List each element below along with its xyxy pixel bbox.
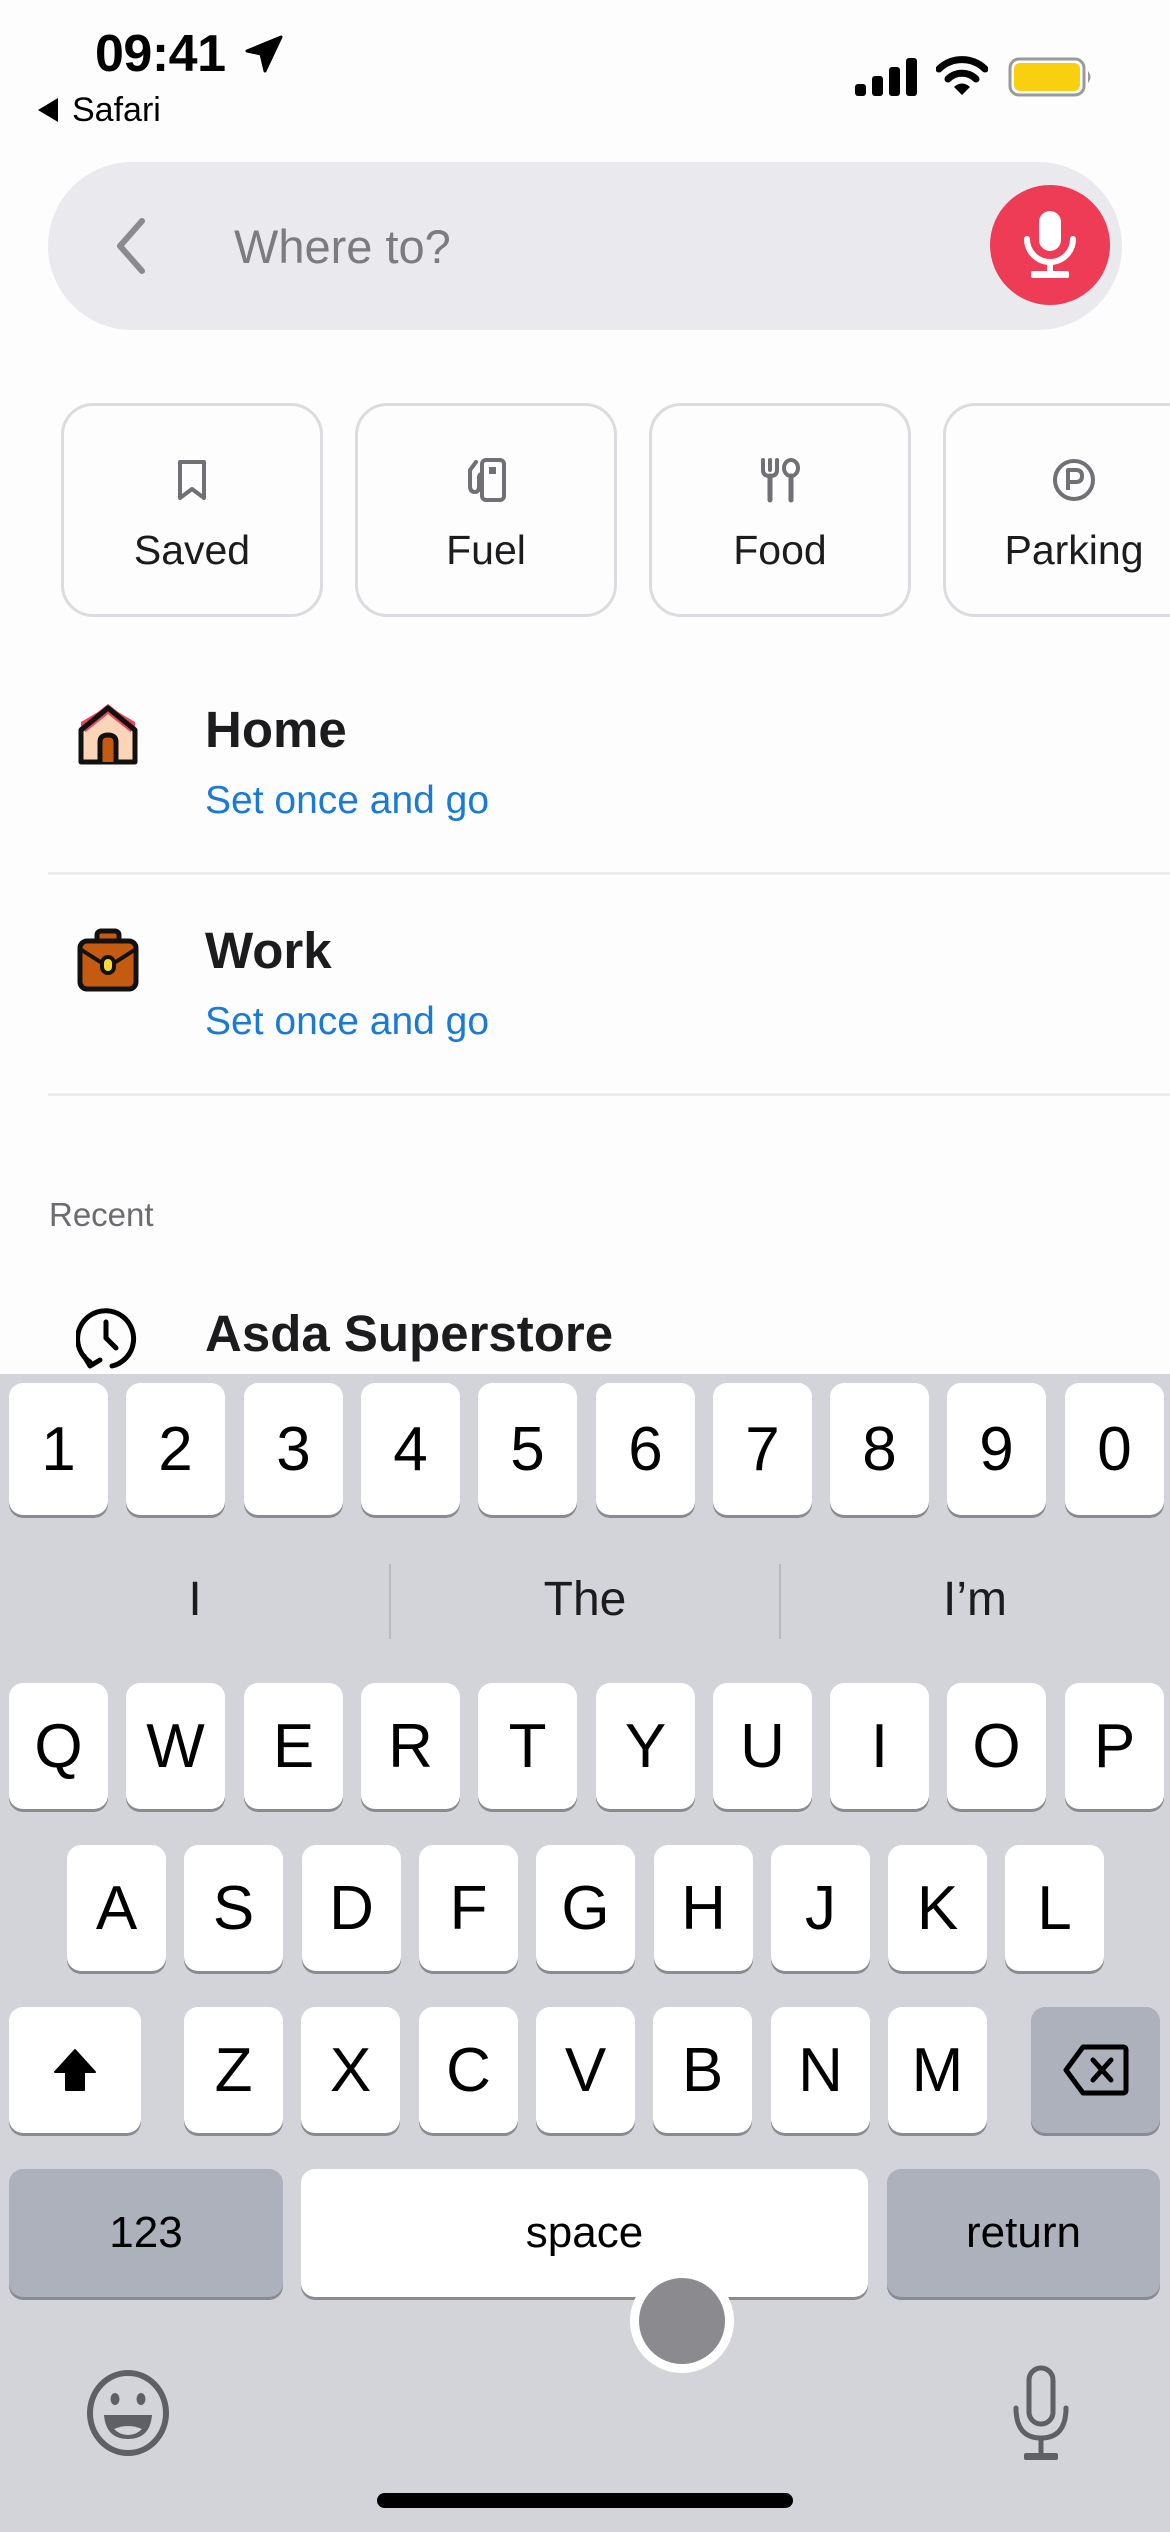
suggestion-item[interactable]: I’m (780, 1524, 1170, 1674)
signal-icon (855, 58, 917, 96)
history-clock-icon (76, 1308, 137, 1369)
delete-key[interactable] (1031, 2007, 1160, 2133)
letter-key[interactable]: J (771, 1845, 870, 1971)
letter-key[interactable]: E (244, 1683, 343, 1809)
touch-indicator (630, 2269, 734, 2373)
bookmark-icon (178, 460, 206, 500)
letter-key[interactable]: A (67, 1845, 166, 1971)
letter-key[interactable]: R (361, 1683, 460, 1809)
letter-key[interactable]: D (302, 1845, 401, 1971)
location-arrow-icon (245, 35, 283, 73)
category-saved[interactable]: Saved (61, 403, 323, 617)
number-key[interactable]: 5 (478, 1383, 577, 1515)
wifi-icon (936, 56, 988, 95)
letter-key[interactable]: T (478, 1683, 577, 1809)
number-key[interactable]: 8 (830, 1383, 929, 1515)
letter-key[interactable]: X (301, 2007, 400, 2133)
suggestion-item[interactable]: I (0, 1524, 390, 1674)
suggestion-item[interactable]: The (390, 1524, 780, 1674)
back-triangle-icon (38, 98, 58, 122)
fuel-pump-icon (468, 458, 506, 502)
number-key[interactable]: 0 (1065, 1383, 1164, 1515)
number-key[interactable]: 7 (713, 1383, 812, 1515)
place-work[interactable]: Work Set once and go (0, 893, 1170, 1093)
place-title: Work (205, 922, 332, 979)
microphone-icon (1024, 211, 1076, 278)
emoji-icon[interactable] (84, 2369, 172, 2457)
predictive-suggestions-bar: I The I’m (0, 1524, 1170, 1674)
home-indicator[interactable] (377, 2493, 793, 2508)
category-food[interactable]: Food (649, 403, 911, 617)
numbers-mode-key[interactable]: 123 (9, 2169, 283, 2297)
back-to-app-button[interactable]: Safari (36, 92, 161, 128)
house-icon (78, 703, 138, 765)
letter-key[interactable]: N (771, 2007, 870, 2133)
category-fuel[interactable]: Fuel (355, 403, 617, 617)
shift-key[interactable] (9, 2007, 141, 2133)
letter-key[interactable]: Q (9, 1683, 108, 1809)
place-home[interactable]: Home Set once and go (0, 672, 1170, 872)
number-key[interactable]: 3 (244, 1383, 343, 1515)
letter-key[interactable]: W (126, 1683, 225, 1809)
number-key[interactable]: 9 (947, 1383, 1046, 1515)
recent-section-label: Recent (49, 1196, 154, 1233)
letter-key[interactable]: Y (596, 1683, 695, 1809)
category-label: Fuel (446, 527, 526, 573)
letter-key[interactable]: S (184, 1845, 283, 1971)
category-parking[interactable]: Parking (943, 403, 1170, 617)
voice-search-button[interactable] (990, 185, 1110, 305)
chevron-left-icon[interactable] (108, 215, 158, 277)
status-time: 09:41 (95, 25, 226, 83)
letter-key[interactable]: L (1005, 1845, 1104, 1971)
place-subtitle-link[interactable]: Set once and go (205, 778, 489, 824)
divider (48, 1093, 1170, 1096)
keyboard: 1234567890 I The I’m QWERTYUIOP ASDFGHJK… (0, 1374, 1170, 2532)
divider (48, 872, 1170, 875)
number-key[interactable]: 6 (596, 1383, 695, 1515)
place-subtitle-link[interactable]: Set once and go (205, 999, 489, 1045)
briefcase-icon (77, 928, 139, 992)
backspace-icon (1063, 2044, 1128, 2096)
fork-spoon-icon (761, 458, 800, 503)
shift-arrow-icon (54, 2049, 96, 2091)
letter-key[interactable]: H (654, 1845, 753, 1971)
letter-key[interactable]: P (1065, 1683, 1164, 1809)
battery-icon (1008, 57, 1091, 97)
category-label: Food (733, 527, 827, 573)
return-key[interactable]: return (887, 2169, 1160, 2297)
category-scroller[interactable]: Saved Fuel Food Parking (0, 403, 1170, 617)
category-label: Saved (133, 527, 251, 573)
place-title: Home (205, 701, 347, 758)
number-key[interactable]: 1 (9, 1383, 108, 1515)
search-input[interactable] (234, 210, 954, 282)
back-app-label: Safari (72, 91, 161, 129)
letter-key[interactable]: F (419, 1845, 518, 1971)
letter-key[interactable]: B (653, 2007, 752, 2133)
parking-icon (1053, 459, 1095, 501)
letter-key[interactable]: C (419, 2007, 518, 2133)
number-key[interactable]: 2 (126, 1383, 225, 1515)
letter-key[interactable]: O (947, 1683, 1046, 1809)
letter-key[interactable]: I (830, 1683, 929, 1809)
letter-key[interactable]: V (536, 2007, 635, 2133)
space-key[interactable]: space (301, 2169, 868, 2297)
letter-key[interactable]: Z (184, 2007, 283, 2133)
letter-key[interactable]: U (713, 1683, 812, 1809)
letter-key[interactable]: G (536, 1845, 635, 1971)
letter-key[interactable]: K (888, 1845, 987, 1971)
category-label: Parking (1004, 527, 1144, 573)
recent-item-title[interactable]: Asda Superstore (205, 1304, 613, 1364)
dictation-microphone-icon[interactable] (1010, 2364, 1072, 2464)
number-key[interactable]: 4 (361, 1383, 460, 1515)
letter-key[interactable]: M (888, 2007, 987, 2133)
